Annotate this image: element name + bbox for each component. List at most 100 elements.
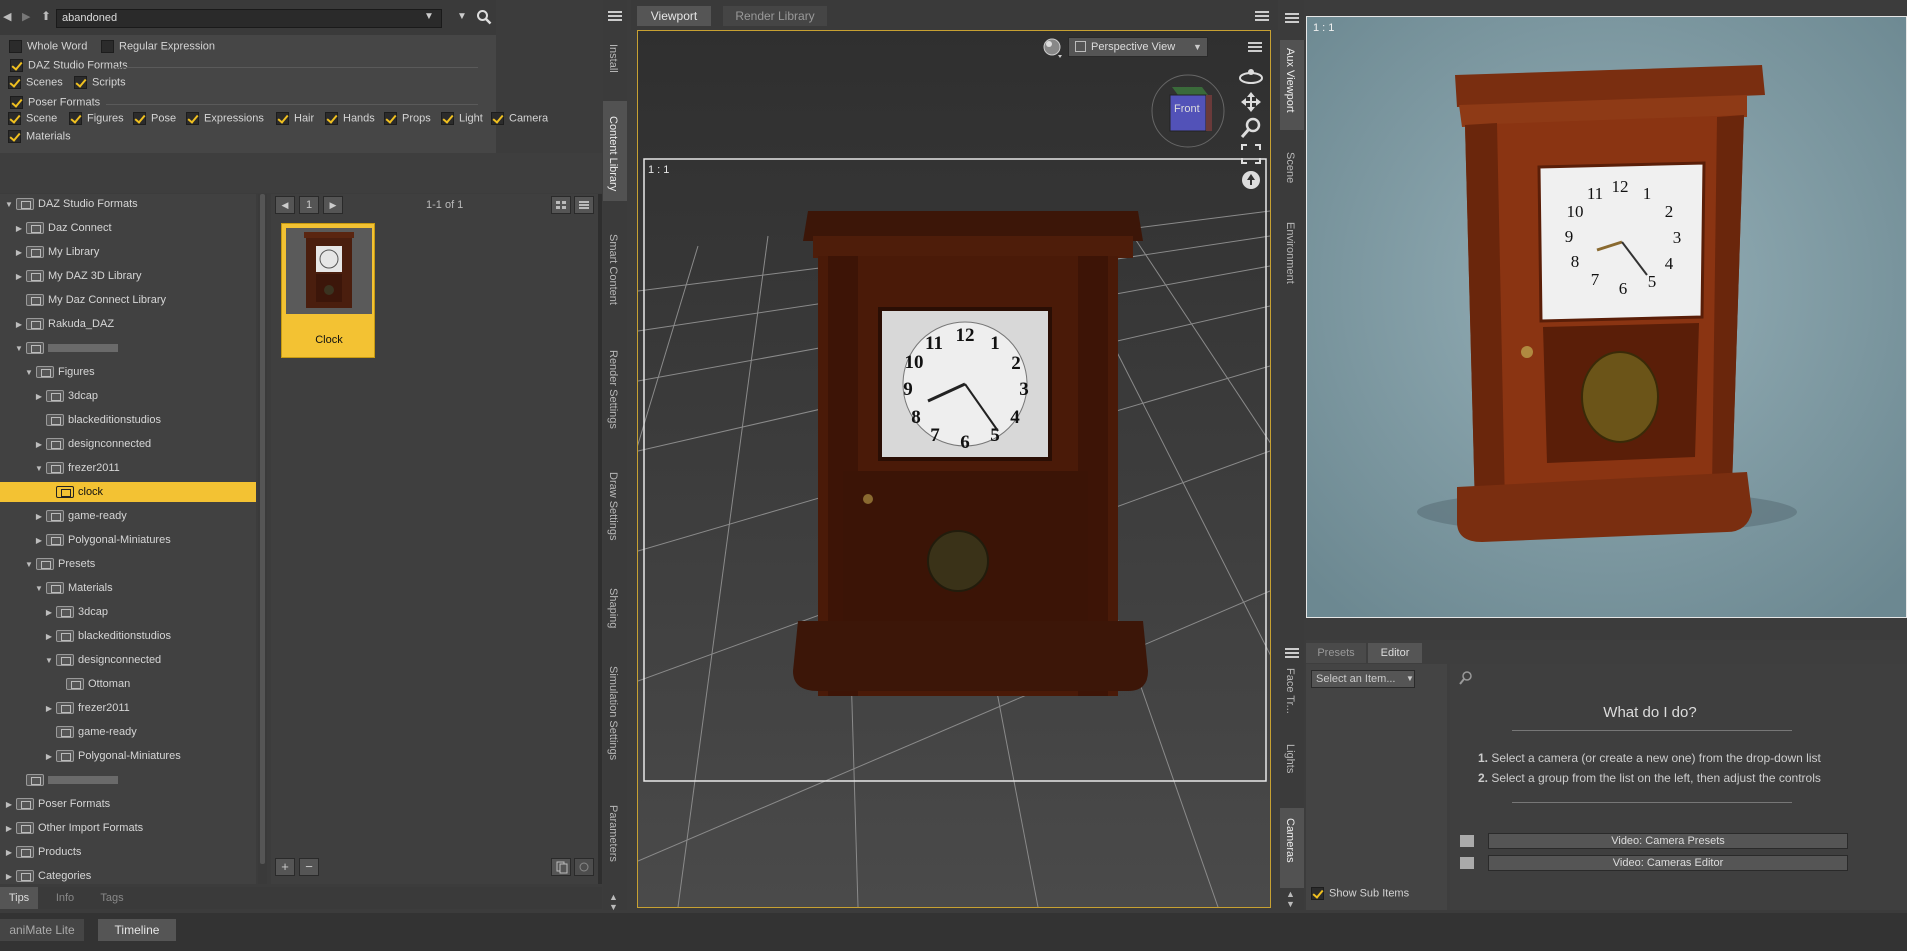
vtab-parameters[interactable]: Parameters xyxy=(607,805,619,862)
prev-page-button[interactable]: ◀ xyxy=(275,196,295,214)
collapsed-arrow-icon[interactable]: ▶ xyxy=(4,819,14,839)
tree-item[interactable]: clock xyxy=(0,482,256,502)
tab-render-library[interactable]: Render Library xyxy=(723,6,827,26)
tree-item[interactable]: ▶ Products xyxy=(0,842,256,862)
tab-editor[interactable]: Editor xyxy=(1368,643,1422,663)
tree-item[interactable]: ▶ My DAZ 3D Library xyxy=(0,266,256,286)
tree-item[interactable]: ▼ Figures xyxy=(0,362,256,382)
camera-select[interactable]: Select an Item... ▼ xyxy=(1311,670,1415,688)
tree-item[interactable]: ▶ Poser Formats xyxy=(0,794,256,814)
collapsed-arrow-icon[interactable]: ▶ xyxy=(34,435,44,455)
scene-checkbox[interactable] xyxy=(8,112,21,125)
scenes-checkbox[interactable] xyxy=(8,76,21,89)
video-camera-presets-button[interactable]: Video: Camera Presets xyxy=(1488,833,1848,849)
props-checkbox[interactable] xyxy=(384,112,397,125)
tree-item[interactable]: ▼ xyxy=(0,338,256,358)
vtab-lights[interactable]: Lights xyxy=(1284,744,1296,773)
frame-icon[interactable] xyxy=(1240,143,1262,165)
tree-item[interactable]: ▶ 3dcap xyxy=(0,386,256,406)
tree-item[interactable]: ▶ Daz Connect xyxy=(0,218,256,238)
filter-dropdown-icon[interactable]: ▼ xyxy=(457,11,467,22)
expressions-checkbox[interactable] xyxy=(186,112,199,125)
collapsed-arrow-icon[interactable]: ▶ xyxy=(14,267,24,287)
expanded-arrow-icon[interactable]: ▼ xyxy=(4,195,14,215)
whole-word-checkbox[interactable] xyxy=(9,40,22,53)
aux-menu-icon[interactable] xyxy=(1285,12,1299,24)
collapsed-arrow-icon[interactable]: ▶ xyxy=(34,531,44,551)
tree-scrollbar[interactable] xyxy=(258,194,267,884)
collapsed-arrow-icon[interactable]: ▶ xyxy=(4,843,14,863)
expanded-arrow-icon[interactable]: ▼ xyxy=(14,339,24,359)
vtab-environment[interactable]: Environment xyxy=(1284,222,1296,284)
vtab-aux-viewport[interactable]: Aux Viewport xyxy=(1284,48,1296,113)
remove-button[interactable]: − xyxy=(299,858,319,876)
vtab-draw-settings[interactable]: Draw Settings xyxy=(607,472,619,540)
copy-icon[interactable] xyxy=(551,858,571,876)
tree-item[interactable]: ▶ Categories xyxy=(0,866,256,884)
up-icon[interactable]: ⬆ xyxy=(41,9,51,23)
vtab-install[interactable]: Install xyxy=(607,44,619,73)
add-button[interactable]: + xyxy=(275,858,295,876)
orbit-icon[interactable] xyxy=(1238,64,1264,86)
regex-checkbox[interactable] xyxy=(101,40,114,53)
menu-icon[interactable] xyxy=(608,10,622,22)
tree-item[interactable]: ▶ 3dcap xyxy=(0,602,256,622)
draw-style-icon[interactable] xyxy=(1042,37,1064,59)
tree-item[interactable]: ▶ My Library xyxy=(0,242,256,262)
tab-presets[interactable]: Presets xyxy=(1306,643,1366,663)
collapsed-arrow-icon[interactable]: ▶ xyxy=(44,699,54,719)
collapsed-arrow-icon[interactable]: ▶ xyxy=(34,507,44,527)
tree-item[interactable]: ▶ Other Import Formats xyxy=(0,818,256,838)
materials-checkbox[interactable] xyxy=(8,130,21,143)
tree-item[interactable]: ▼ Presets xyxy=(0,554,256,574)
vtab-cameras[interactable]: Cameras xyxy=(1284,818,1296,863)
tree-item[interactable]: ▼ frezer2011 xyxy=(0,458,256,478)
viewport-options-icon[interactable] xyxy=(1248,41,1262,53)
tab-info[interactable]: Info xyxy=(48,887,82,909)
cameras-menu-icon[interactable] xyxy=(1285,647,1299,659)
vtab-face-transfer[interactable]: Face Tr... xyxy=(1284,668,1296,714)
refresh-icon[interactable] xyxy=(574,858,594,876)
hands-checkbox[interactable] xyxy=(325,112,338,125)
camera-checkbox[interactable] xyxy=(491,112,504,125)
zoom-icon[interactable] xyxy=(1240,117,1262,139)
scroll-down-icon[interactable]: ▼ xyxy=(609,902,618,912)
tree-item[interactable]: ▶ frezer2011 xyxy=(0,698,256,718)
tab-viewport[interactable]: Viewport xyxy=(637,6,711,26)
light-checkbox[interactable] xyxy=(441,112,454,125)
tree-item[interactable]: ▼ Materials xyxy=(0,578,256,598)
reset-view-icon[interactable] xyxy=(1240,169,1262,191)
scroll-up-icon[interactable]: ▲ xyxy=(609,892,618,902)
collapsed-arrow-icon[interactable]: ▶ xyxy=(44,747,54,767)
expanded-arrow-icon[interactable]: ▼ xyxy=(44,651,54,671)
vtab-scene[interactable]: Scene xyxy=(1284,152,1296,183)
tree-item[interactable]: ▶ designconnected xyxy=(0,434,256,454)
aux-viewport[interactable]: 12 1 2 345 678 9 10 11 1 : 1 xyxy=(1306,16,1907,618)
expanded-arrow-icon[interactable]: ▼ xyxy=(34,579,44,599)
tree-item[interactable]: ▶ Polygonal-Miniatures xyxy=(0,746,256,766)
tree-item[interactable]: Ottoman xyxy=(0,674,256,694)
view-cube[interactable]: Front xyxy=(1150,73,1226,149)
figures-checkbox[interactable] xyxy=(69,112,82,125)
tree-item[interactable]: game-ready xyxy=(0,722,256,742)
search-input[interactable]: abandoned xyxy=(56,9,442,28)
page-number[interactable]: 1 xyxy=(299,196,319,214)
tree-item[interactable]: blackeditionstudios xyxy=(0,410,256,430)
search-icon[interactable] xyxy=(1458,670,1474,686)
tree-item[interactable]: ▶ Polygonal-Miniatures xyxy=(0,530,256,550)
collapsed-arrow-icon[interactable]: ▶ xyxy=(14,315,24,335)
clock-thumbnail-tile[interactable]: Clock xyxy=(281,223,375,358)
tree-item[interactable]: ▼ DAZ Studio Formats xyxy=(0,194,256,214)
hair-checkbox[interactable] xyxy=(276,112,289,125)
viewport[interactable]: 12 1 2 345 678 9 10 11 1 : 1 Perspective Vie… xyxy=(637,30,1271,908)
tree-item[interactable]: ▶ Rakuda_DAZ xyxy=(0,314,256,334)
scroll-down-icon[interactable]: ▼ xyxy=(1286,899,1295,909)
search-icon[interactable] xyxy=(476,9,492,25)
tree-item[interactable]: ▶ blackeditionstudios xyxy=(0,626,256,646)
vtab-shaping[interactable]: Shaping xyxy=(607,588,619,628)
vtab-simulation-settings[interactable]: Simulation Settings xyxy=(607,666,619,760)
pose-checkbox[interactable] xyxy=(133,112,146,125)
pan-icon[interactable] xyxy=(1240,91,1262,113)
tab-tips[interactable]: Tips xyxy=(0,887,38,909)
list-view-icon[interactable] xyxy=(574,196,594,214)
